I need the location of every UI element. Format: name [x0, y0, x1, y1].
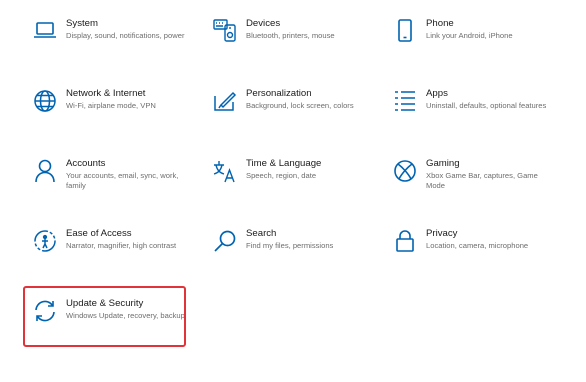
tile-title: Privacy: [426, 228, 458, 239]
tile-title: Gaming: [426, 158, 460, 169]
tile-title: Personalization: [246, 88, 312, 99]
tile-title: Devices: [246, 18, 281, 29]
tile-title: Search: [246, 228, 277, 239]
xbox-icon: [392, 158, 418, 184]
tile-title: Ease of Access: [66, 228, 132, 239]
tile-description: Link your Android, iPhone: [426, 31, 513, 40]
tile-devices[interactable]: Devices Bluetooth, printers, mouse: [212, 18, 382, 80]
tile-description: Location, camera, microphone: [426, 241, 529, 250]
tile-description: Display, sound, notifications, power: [66, 31, 185, 40]
tile-title: Network & Internet: [66, 88, 146, 99]
tile-title: Apps: [426, 88, 448, 99]
highlight-box: [23, 286, 186, 347]
search-icon: [212, 228, 238, 254]
tile-description: Uninstall, defaults, optional features: [426, 101, 547, 110]
globe-icon: [32, 88, 58, 114]
tile-description: Speech, region, date: [246, 171, 317, 180]
tile-personalization[interactable]: Personalization Background, lock screen,…: [212, 88, 382, 150]
apps-list-icon: [392, 88, 418, 114]
tile-time-language[interactable]: Time & Language Speech, region, date: [212, 158, 382, 220]
tile-system[interactable]: System Display, sound, notifications, po…: [32, 18, 202, 80]
tile-title: Accounts: [66, 158, 106, 169]
tile-phone[interactable]: Phone Link your Android, iPhone: [392, 18, 562, 80]
tile-apps[interactable]: Apps Uninstall, defaults, optional featu…: [392, 88, 562, 150]
phone-icon: [392, 18, 418, 44]
tile-accounts[interactable]: Accounts Your accounts, email, sync, wor…: [32, 158, 202, 220]
tile-privacy[interactable]: Privacy Location, camera, microphone: [392, 228, 562, 290]
lock-icon: [392, 228, 418, 254]
person-icon: [32, 158, 58, 184]
time-language-icon: [212, 158, 238, 184]
tile-ease-of-access[interactable]: Ease of Access Narrator, magnifier, high…: [32, 228, 202, 290]
tile-title: Time & Language: [246, 158, 322, 169]
tile-title: Phone: [426, 18, 454, 29]
tile-title: System: [66, 18, 98, 29]
tile-description: Narrator, magnifier, high contrast: [66, 241, 177, 250]
ease-of-access-icon: [32, 228, 58, 254]
tile-description: Bluetooth, printers, mouse: [246, 31, 335, 40]
tile-description: Wi-Fi, airplane mode, VPN: [66, 101, 156, 110]
tile-description: Background, lock screen, colors: [246, 101, 354, 110]
tile-description: Xbox Game Bar, captures, Game Mode: [426, 171, 538, 190]
tile-description: Find my files, permissions: [246, 241, 334, 250]
tile-gaming[interactable]: Gaming Xbox Game Bar, captures, Game Mod…: [392, 158, 562, 220]
tile-search[interactable]: Search Find my files, permissions: [212, 228, 382, 290]
tile-description: Your accounts, email, sync, work, family: [66, 171, 179, 190]
keyboard-devices-icon: [212, 18, 238, 44]
laptop-icon: [32, 18, 58, 44]
paint-brush-icon: [212, 88, 238, 114]
tile-network-internet[interactable]: Network & Internet Wi-Fi, airplane mode,…: [32, 88, 202, 150]
